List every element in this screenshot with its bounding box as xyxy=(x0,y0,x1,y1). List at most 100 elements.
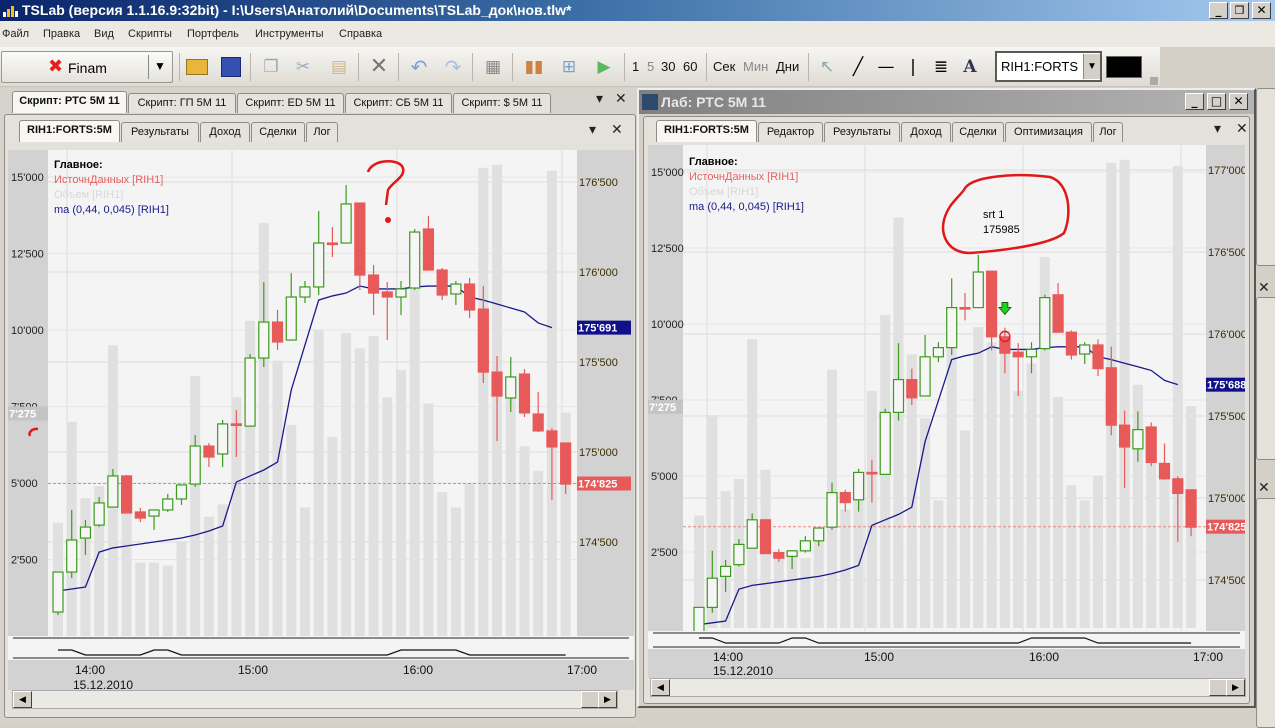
delete-icon[interactable]: ✕ xyxy=(366,55,392,79)
scroll-right-button[interactable]: ▶ xyxy=(598,691,617,708)
time-label-1400: 14:00 xyxy=(713,650,744,664)
tab-results[interactable]: Результаты xyxy=(121,122,199,142)
toolbar-grip[interactable] xyxy=(1150,77,1158,85)
menu-portfolio[interactable]: Портфель xyxy=(187,28,239,40)
tab-deals[interactable]: Сделки xyxy=(952,122,1004,142)
properties-icon[interactable]: ▦ xyxy=(480,55,506,79)
instrument-select[interactable]: RIH1:FORTS ▼ xyxy=(995,51,1102,82)
hline-icon[interactable]: — xyxy=(873,55,899,79)
tab-list-icon[interactable]: ▾ xyxy=(596,91,603,107)
cursor-icon[interactable]: ↖ xyxy=(814,55,840,79)
unit-seconds[interactable]: Сек xyxy=(713,59,735,74)
scroll-right-button[interactable]: ▶ xyxy=(1226,679,1245,696)
volume-bar xyxy=(149,562,160,636)
interval-30[interactable]: 30 xyxy=(661,59,675,74)
close-tab-icon[interactable]: ✕ xyxy=(615,91,627,107)
redo-icon[interactable]: ↷ xyxy=(440,55,466,79)
menu-tools[interactable]: Инструменты xyxy=(255,28,324,40)
scroll-thumb[interactable] xyxy=(581,691,599,708)
right-horizontal-scrollbar[interactable]: ◀ ▶ xyxy=(650,678,1246,697)
toolbar-separator xyxy=(358,53,359,81)
close-tab-icon[interactable]: ✕ xyxy=(1236,121,1248,137)
tab-results[interactable]: Результаты xyxy=(824,122,900,142)
close-panel-icon[interactable]: ✕ xyxy=(1258,280,1270,296)
menu-file[interactable]: Файл xyxy=(2,28,29,40)
fibonacci-icon[interactable]: ≣ xyxy=(928,55,954,79)
unit-days[interactable]: Дни xyxy=(776,59,799,74)
doc-tab-ed[interactable]: Скрипт: ED 5М 11 xyxy=(237,93,344,113)
tab-log[interactable]: Лог xyxy=(306,122,338,142)
provider-dropdown[interactable]: ✖ Finam ▼ xyxy=(1,51,173,83)
paste-icon[interactable]: ▤ xyxy=(326,55,352,79)
volume-bar xyxy=(800,558,811,628)
minimize-button[interactable]: _ xyxy=(1209,2,1228,19)
candle-up xyxy=(932,347,944,358)
maximize-button[interactable]: □ xyxy=(1207,93,1226,110)
tab-list-icon[interactable]: ▾ xyxy=(589,122,596,138)
text-icon[interactable]: A xyxy=(957,55,983,79)
volume-axis xyxy=(648,145,683,633)
doc-tab-rts[interactable]: Скрипт: РТС 5М 11 xyxy=(12,91,127,113)
candle-up xyxy=(746,519,758,549)
undo-icon[interactable]: ↶ xyxy=(406,55,432,79)
tab-income[interactable]: Доход xyxy=(200,122,250,142)
doc-tab-usd[interactable]: Скрипт: $ 5М 11 xyxy=(453,93,551,113)
tab-optimization[interactable]: Оптимизация xyxy=(1005,122,1092,142)
toolbar-separator xyxy=(808,53,809,81)
tree-icon[interactable]: ⊞ xyxy=(556,55,582,79)
lab-window-titlebar[interactable]: Лаб: РТС 5М 11 _ □ ✕ xyxy=(639,90,1254,114)
cut-icon[interactable]: ✂ xyxy=(290,55,316,79)
volume-bar xyxy=(720,491,731,628)
minimize-button[interactable]: _ xyxy=(1185,93,1204,110)
open-icon[interactable] xyxy=(184,55,210,79)
line-icon[interactable]: ╱ xyxy=(845,55,871,79)
close-panel-icon[interactable]: ✕ xyxy=(1258,480,1270,496)
vline-icon[interactable]: | xyxy=(900,55,926,79)
scroll-left-button[interactable]: ◀ xyxy=(651,679,670,696)
menu-view[interactable]: Вид xyxy=(94,28,114,40)
doc-tab-sb[interactable]: Скрипт: СБ 5М 11 xyxy=(345,93,452,113)
volume-bar xyxy=(1053,396,1064,628)
candle-up xyxy=(879,411,891,475)
menu-scripts[interactable]: Скрипты xyxy=(128,28,172,40)
tab-log[interactable]: Лог xyxy=(1093,122,1123,142)
save-icon[interactable] xyxy=(218,55,244,79)
chart-icon[interactable]: ▮▮ xyxy=(521,55,547,79)
volume-tick-label: 5'000 xyxy=(651,471,678,483)
interval-1[interactable]: 1 xyxy=(632,59,639,74)
legend-ma[interactable]: ma (0,44, 0,045) [RIH1] xyxy=(689,200,804,215)
hand-drawn-annotation xyxy=(28,159,405,437)
candle-up xyxy=(972,271,984,309)
unit-minutes[interactable]: Мин xyxy=(743,59,768,74)
close-button[interactable]: ✕ xyxy=(1229,93,1248,110)
scroll-left-button[interactable]: ◀ xyxy=(13,691,32,708)
tab-income[interactable]: Доход xyxy=(901,122,951,142)
volume-bar xyxy=(866,390,877,628)
candle-up xyxy=(148,509,160,517)
tab-chart[interactable]: RIH1:FORTS:5M xyxy=(19,120,120,142)
menu-help[interactable]: Справка xyxy=(339,28,382,40)
legend-source[interactable]: ИсточнДанных [RIH1] xyxy=(689,170,804,185)
doc-tab-gp[interactable]: Скрипт: ГП 5М 11 xyxy=(128,93,236,113)
tab-chart[interactable]: RIH1:FORTS:5M xyxy=(656,120,757,142)
copy-icon[interactable]: ❐ xyxy=(258,55,284,79)
right-chart-legend: Главное: ИсточнДанных [RIH1] Объем [RIH1… xyxy=(689,155,804,215)
legend-volume[interactable]: Объем [RIH1] xyxy=(689,185,804,200)
left-horizontal-scrollbar[interactable]: ◀ ▶ xyxy=(12,690,618,709)
run-icon[interactable]: ▶ xyxy=(591,55,617,79)
background-panel xyxy=(1256,297,1275,460)
tab-list-icon[interactable]: ▾ xyxy=(1214,121,1221,137)
interval-60[interactable]: 60 xyxy=(683,59,697,74)
restore-button[interactable]: ❐ xyxy=(1230,2,1249,19)
close-button[interactable]: ✕ xyxy=(1252,2,1271,19)
volume-bar xyxy=(80,498,91,636)
scroll-thumb[interactable] xyxy=(1209,679,1227,696)
menu-edit[interactable]: Правка xyxy=(43,28,80,40)
tab-editor[interactable]: Редактор xyxy=(758,122,823,142)
chevron-down-icon[interactable]: ▼ xyxy=(1083,54,1100,79)
close-tab-icon[interactable]: ✕ xyxy=(611,122,623,138)
tab-deals[interactable]: Сделки xyxy=(251,122,305,142)
candle-up xyxy=(162,498,174,511)
color-swatch[interactable] xyxy=(1106,56,1142,78)
interval-5[interactable]: 5 xyxy=(647,59,654,74)
